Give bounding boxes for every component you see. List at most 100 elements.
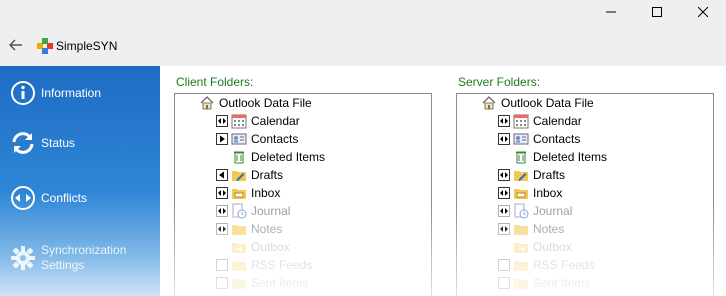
folder-row[interactable]: Contacts	[216, 130, 298, 148]
main-content: Client Folders: Server Folders: Outlook …	[160, 66, 726, 296]
drafts-folder-icon	[231, 167, 247, 183]
contacts-icon	[513, 131, 529, 147]
home-icon	[199, 95, 215, 111]
folder-label: Inbox	[251, 186, 281, 200]
close-icon	[698, 7, 708, 17]
sidebar-item-information[interactable]: Information	[0, 68, 160, 118]
back-arrow-icon	[9, 39, 22, 51]
notes-folder-icon	[231, 221, 247, 237]
sidebar-item-label: Conflicts	[41, 190, 88, 205]
folder-row[interactable]: Notes	[216, 220, 282, 238]
server-folder-tree[interactable]: Outlook Data File Calendar Contacts Deleted…	[456, 93, 714, 296]
sidebar-item-label: Status	[41, 135, 76, 150]
folder-row[interactable]: Journal	[498, 202, 572, 220]
folder-row[interactable]: Sent Items	[498, 274, 590, 292]
folder-label: Calendar	[251, 114, 300, 128]
outbox-icon	[513, 239, 529, 255]
sync-direction-toggle[interactable]	[216, 169, 228, 181]
folder-label: Contacts	[251, 132, 299, 146]
folder-label: Contacts	[533, 132, 581, 146]
folder-label: Journal	[533, 204, 573, 218]
inbox-folder-icon	[513, 185, 529, 201]
trash-icon	[231, 149, 247, 165]
folder-icon	[513, 257, 529, 273]
sync-direction-toggle[interactable]	[216, 115, 228, 127]
sidebar-item-conflicts[interactable]: Conflicts	[0, 173, 160, 223]
journal-icon	[231, 203, 247, 219]
sync-direction-toggle[interactable]	[216, 205, 228, 217]
folder-row[interactable]: Sent Items	[216, 274, 308, 292]
sidebar-item-label: Information	[41, 85, 102, 100]
client-folders-title: Client Folders:	[176, 75, 254, 89]
folder-row[interactable]: Outbox	[231, 238, 290, 256]
folder-label: Drafts	[533, 168, 566, 182]
folder-row[interactable]: Contacts	[498, 130, 580, 148]
client-folder-tree[interactable]: Outlook Data File Calendar Contacts Deleted…	[174, 93, 432, 296]
tree-root[interactable]: Outlook Data File	[199, 94, 312, 112]
folder-row[interactable]: Calendar	[498, 112, 582, 130]
journal-icon	[513, 203, 529, 219]
sync-direction-toggle[interactable]	[498, 223, 510, 235]
sidebar: Information Status Conflicts Synchroniza…	[0, 66, 160, 296]
minimize-button[interactable]	[588, 0, 634, 24]
folder-row[interactable]: Deleted Items	[231, 148, 325, 166]
sync-checkbox[interactable]	[498, 259, 510, 271]
home-icon	[481, 95, 497, 111]
folder-label: Sent Items	[251, 276, 309, 290]
back-button[interactable]	[6, 36, 26, 54]
sync-direction-toggle[interactable]	[498, 169, 510, 181]
folder-label: RSS Feeds	[251, 258, 313, 272]
contacts-icon	[231, 131, 247, 147]
sync-icon	[10, 130, 36, 156]
sync-checkbox[interactable]	[216, 277, 228, 289]
sync-direction-toggle[interactable]	[498, 133, 510, 145]
folder-label: Inbox	[533, 186, 563, 200]
sidebar-item-synchronization-settings[interactable]: Synchronization Settings	[0, 233, 160, 283]
folder-row[interactable]: Drafts	[216, 166, 283, 184]
sync-direction-toggle[interactable]	[498, 187, 510, 199]
sync-direction-toggle[interactable]	[498, 115, 510, 127]
sync-direction-toggle[interactable]	[216, 223, 228, 235]
minimize-icon	[606, 11, 616, 13]
maximize-icon	[652, 7, 662, 17]
sync-direction-toggle[interactable]	[498, 205, 510, 217]
folder-row[interactable]: Outbox	[513, 238, 572, 256]
calendar-icon	[231, 113, 247, 129]
folder-row[interactable]: Inbox	[498, 184, 562, 202]
sent-folder-icon	[513, 275, 529, 291]
folder-label: Outbox	[533, 240, 572, 254]
folder-row[interactable]: Deleted Items	[513, 148, 607, 166]
notes-folder-icon	[513, 221, 529, 237]
folder-row[interactable]: RSS Feeds	[498, 256, 594, 274]
tree-root[interactable]: Outlook Data File	[481, 94, 594, 112]
sent-folder-icon	[231, 275, 247, 291]
folder-row[interactable]: Journal	[216, 202, 290, 220]
info-icon	[10, 80, 36, 106]
folder-label: Deleted Items	[251, 150, 326, 164]
outbox-icon	[231, 239, 247, 255]
sync-checkbox[interactable]	[498, 277, 510, 289]
maximize-button[interactable]	[634, 0, 680, 24]
drafts-folder-icon	[513, 167, 529, 183]
server-folders-title: Server Folders:	[458, 75, 541, 89]
folder-row[interactable]: RSS Feeds	[216, 256, 312, 274]
folder-row[interactable]: Inbox	[216, 184, 280, 202]
folder-label: Calendar	[533, 114, 582, 128]
folder-row[interactable]: Notes	[498, 220, 564, 238]
close-button[interactable]	[680, 0, 726, 24]
folder-row[interactable]: Calendar	[216, 112, 300, 130]
app-logo-icon	[37, 38, 53, 54]
folder-label: Journal	[251, 204, 291, 218]
folder-label: Deleted Items	[533, 150, 608, 164]
sync-direction-toggle[interactable]	[216, 187, 228, 199]
folder-label: Sent Items	[533, 276, 591, 290]
sync-checkbox[interactable]	[216, 259, 228, 271]
folder-row[interactable]: Drafts	[498, 166, 565, 184]
calendar-icon	[513, 113, 529, 129]
sidebar-item-label: Synchronization Settings	[41, 243, 127, 272]
sync-direction-toggle[interactable]	[216, 133, 228, 145]
sidebar-item-status[interactable]: Status	[0, 118, 160, 168]
folder-label: Outbox	[251, 240, 290, 254]
trash-icon	[513, 149, 529, 165]
app-title: SimpleSYN	[56, 39, 118, 53]
